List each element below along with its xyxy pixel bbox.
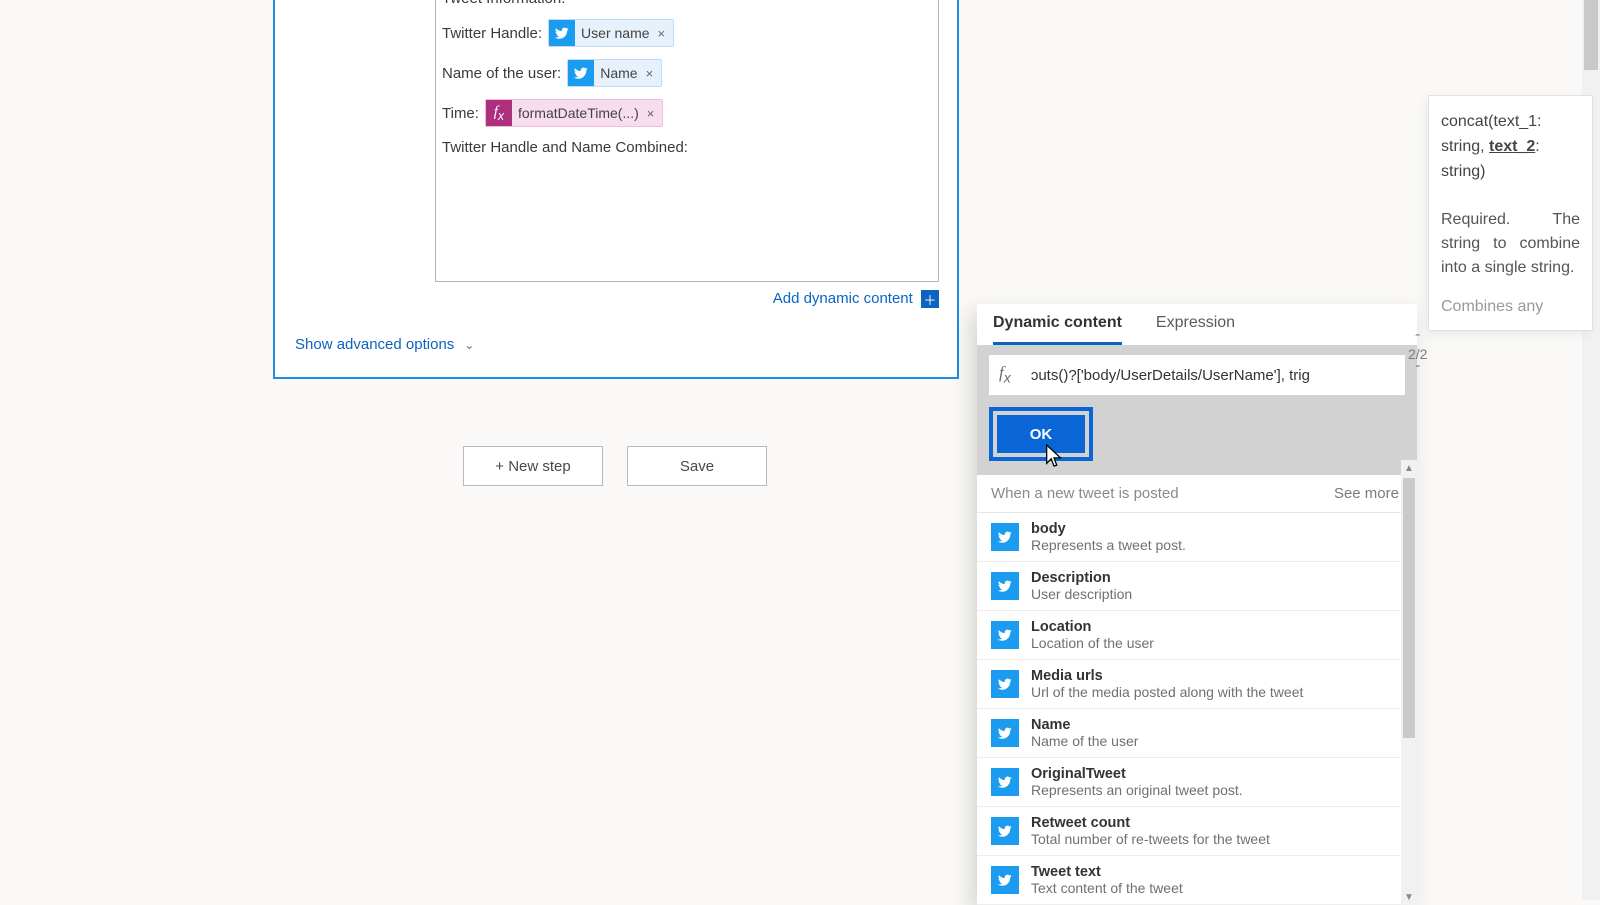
page-scrollbar-thumb[interactable]	[1584, 0, 1598, 70]
popup-tabs: Dynamic content Expression	[977, 304, 1417, 345]
fx-icon: fx	[486, 100, 512, 126]
scroll-down-icon[interactable]: ▼	[1401, 889, 1417, 905]
item-title: Media urls	[1031, 668, 1303, 684]
twitter-icon	[549, 20, 575, 46]
item-title: Description	[1031, 570, 1132, 586]
item-desc: Url of the media posted along with the t…	[1031, 684, 1303, 700]
ok-button[interactable]: OK	[997, 415, 1085, 453]
expression-input[interactable]: fx ɔuts()?['body/UserDetails/UserName'],…	[989, 355, 1405, 395]
new-step-button[interactable]: + New step	[463, 446, 603, 486]
twitter-handle-label: Twitter Handle:	[442, 25, 542, 42]
function-signature-tooltip: concat(text_1: string, text_2: string) R…	[1428, 95, 1593, 331]
see-more-link[interactable]: See more	[1334, 485, 1399, 502]
tweet-info-label: Tweet Information:	[442, 0, 565, 7]
list-item[interactable]: NameName of the user	[977, 709, 1417, 758]
section-title: When a new tweet is posted	[991, 485, 1179, 502]
show-advanced-options[interactable]: Show advanced options ⌄	[295, 336, 474, 353]
token-remove-icon[interactable]: ×	[646, 66, 654, 81]
dynamic-content-popup: Dynamic content Expression fx ɔuts()?['b…	[977, 304, 1417, 905]
token-user-name[interactable]: User name ×	[548, 19, 674, 47]
add-dynamic-content-link[interactable]: Add dynamic content	[773, 290, 913, 307]
item-desc: Represents an original tweet post.	[1031, 782, 1243, 798]
token-label: formatDateTime(...)	[518, 105, 639, 121]
token-label: User name	[581, 25, 649, 41]
save-button[interactable]: Save	[627, 446, 767, 486]
tab-dynamic-content[interactable]: Dynamic content	[993, 314, 1122, 345]
twitter-icon	[991, 523, 1019, 551]
sig-current-param: text_2	[1489, 138, 1535, 155]
list-item[interactable]: LocationLocation of the user	[977, 611, 1417, 660]
pager-up-icon[interactable]: ˆ	[1408, 332, 1427, 347]
dynamic-content-list: bodyRepresents a tweet post.DescriptionU…	[977, 513, 1417, 905]
section-header: When a new tweet is posted See more	[977, 475, 1417, 513]
token-label: Name	[600, 65, 637, 81]
overload-pager[interactable]: ˆ 2/2 ˇ	[1408, 332, 1427, 378]
twitter-icon	[991, 572, 1019, 600]
scroll-up-icon[interactable]: ▲	[1401, 460, 1417, 476]
fx-icon: fx	[999, 363, 1011, 386]
name-of-user-label: Name of the user:	[442, 65, 561, 82]
token-remove-icon[interactable]: ×	[658, 26, 666, 41]
item-title: Location	[1031, 619, 1154, 635]
item-desc: Text content of the tweet	[1031, 880, 1183, 896]
list-item[interactable]: Tweet textText content of the tweet	[977, 856, 1417, 905]
twitter-icon	[991, 866, 1019, 894]
twitter-icon	[991, 719, 1019, 747]
footer-buttons: + New step Save	[463, 446, 767, 486]
token-formatdatetime[interactable]: fx formatDateTime(...) ×	[485, 99, 663, 127]
signature-cutoff: Combines any	[1441, 298, 1580, 316]
item-desc: Location of the user	[1031, 635, 1154, 651]
item-desc: Name of the user	[1031, 733, 1138, 749]
popup-scrollbar[interactable]: ▲ ▼	[1401, 460, 1417, 905]
expression-text: ɔuts()?['body/UserDetails/UserName'], tr…	[1031, 367, 1310, 384]
item-title: Name	[1031, 717, 1138, 733]
pager-value: 2/2	[1408, 347, 1427, 362]
time-label: Time:	[442, 105, 479, 122]
list-item[interactable]: Retweet countTotal number of re-tweets f…	[977, 807, 1417, 856]
chevron-down-icon: ⌄	[464, 338, 474, 352]
ok-button-highlight: OK	[989, 407, 1093, 461]
pager-down-icon[interactable]: ˇ	[1408, 363, 1427, 378]
item-title: body	[1031, 521, 1186, 537]
item-title: Tweet text	[1031, 864, 1183, 880]
signature-text: concat(text_1: string, text_2: string)	[1441, 110, 1580, 184]
list-item[interactable]: DescriptionUser description	[977, 562, 1417, 611]
item-desc: Represents a tweet post.	[1031, 537, 1186, 553]
item-title: Retweet count	[1031, 815, 1270, 831]
twitter-icon	[991, 768, 1019, 796]
token-remove-icon[interactable]: ×	[647, 106, 655, 121]
list-item[interactable]: OriginalTweetRepresents an original twee…	[977, 758, 1417, 807]
signature-description: Required. The string to combine into a s…	[1441, 208, 1580, 280]
twitter-icon	[991, 670, 1019, 698]
item-title: OriginalTweet	[1031, 766, 1243, 782]
combined-label: Twitter Handle and Name Combined:	[442, 139, 688, 156]
list-item[interactable]: Media urlsUrl of the media posted along …	[977, 660, 1417, 709]
plus-icon[interactable]: ＋	[921, 290, 939, 308]
expression-band: fx ɔuts()?['body/UserDetails/UserName'],…	[977, 345, 1417, 475]
twitter-icon	[568, 60, 594, 86]
show-advanced-label: Show advanced options	[295, 336, 454, 353]
popup-scrollbar-thumb[interactable]	[1403, 478, 1415, 738]
twitter-icon	[991, 817, 1019, 845]
item-desc: Total number of re-tweets for the tweet	[1031, 831, 1270, 847]
token-name[interactable]: Name ×	[567, 59, 662, 87]
item-desc: User description	[1031, 586, 1132, 602]
list-item[interactable]: bodyRepresents a tweet post.	[977, 513, 1417, 562]
tab-expression[interactable]: Expression	[1156, 314, 1235, 345]
action-card: Tweet Information: Twitter Handle: User …	[273, 0, 959, 379]
twitter-icon	[991, 621, 1019, 649]
body-textarea[interactable]: Tweet Information: Twitter Handle: User …	[435, 0, 939, 282]
